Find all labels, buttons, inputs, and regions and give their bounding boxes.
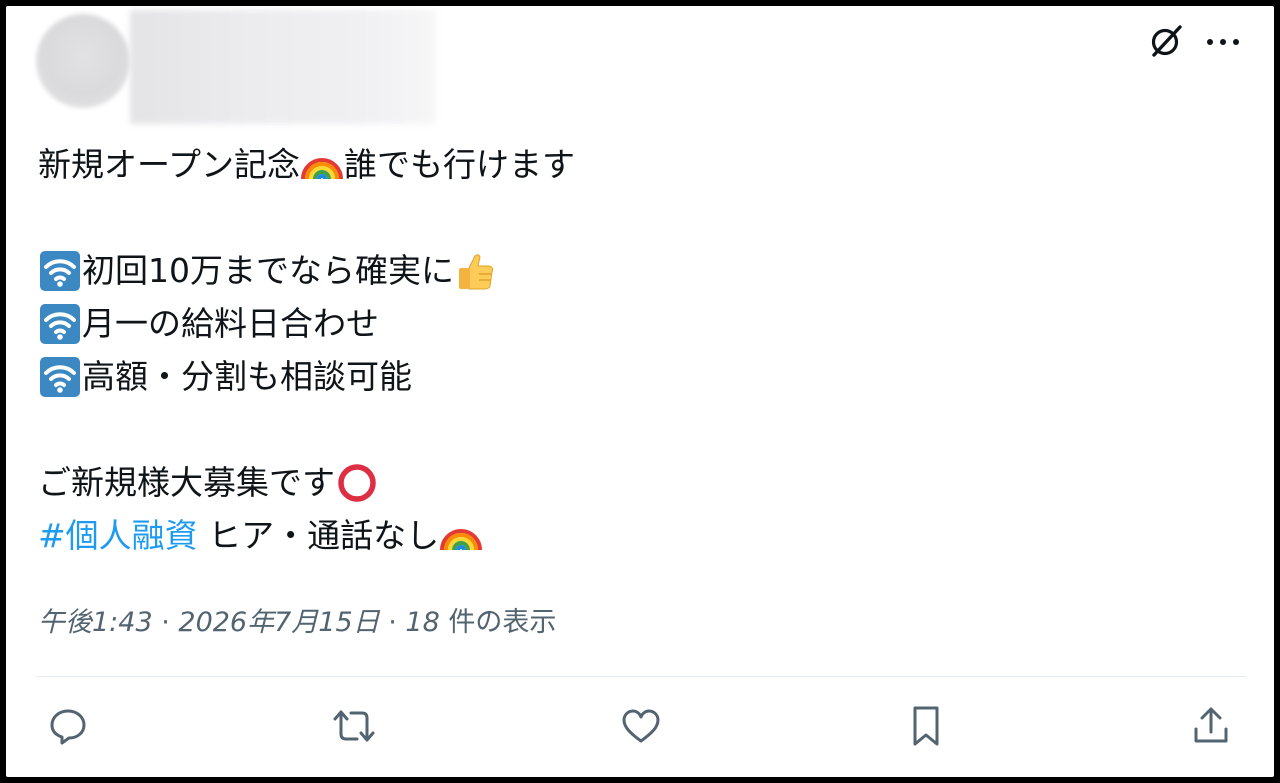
- tweet-line-text: 高額・分割も相談可能: [82, 357, 412, 396]
- share-icon: [1191, 705, 1231, 751]
- antenna-bars-emoji: [38, 355, 82, 399]
- more-options-icon[interactable]: [1201, 24, 1245, 60]
- tweet-date[interactable]: 2026年7月15日: [178, 607, 379, 638]
- antenna-bars-emoji: [38, 249, 82, 293]
- author-name-blurred[interactable]: [130, 10, 436, 124]
- tweet-line: 高額・分割も相談可能: [38, 350, 1038, 403]
- tweet-line-text: ご新規様大募集です: [38, 463, 335, 502]
- antenna-bars-emoji: [38, 302, 82, 346]
- rainbow-emoji: [300, 143, 344, 187]
- tweet-line-text: 誰でも行けます: [344, 145, 576, 184]
- tweet-line: #個人融資 ヒア・通話なし: [38, 509, 1038, 562]
- grok-icon[interactable]: [1145, 20, 1187, 62]
- tweet-line: 初回10万までなら確実に: [38, 244, 1038, 297]
- reply-button[interactable]: [38, 698, 98, 758]
- tweet-line: 月一の給料日合わせ: [38, 297, 1038, 350]
- bookmark-button[interactable]: [896, 698, 956, 758]
- hashtag-link[interactable]: #個人融資: [38, 509, 198, 562]
- avatar[interactable]: [36, 14, 130, 108]
- share-button[interactable]: [1181, 698, 1241, 758]
- retweet-icon: [332, 706, 376, 750]
- tweet-line-text: ヒア・通話なし: [197, 516, 440, 555]
- tweet-text: 新規オープン記念 誰でも行けます 初回10万までなら確実に 月一の給料日合わせ …: [38, 138, 1038, 562]
- rainbow-emoji: [439, 514, 483, 558]
- views-label[interactable]: 件の表示: [440, 607, 556, 638]
- red-circle-emoji: [335, 461, 379, 505]
- meta-separator: ·: [379, 607, 406, 638]
- bookmark-icon: [908, 704, 944, 752]
- reply-icon: [48, 706, 88, 750]
- action-bar: [6, 698, 1274, 758]
- tweet-time[interactable]: 午後1:43: [38, 607, 153, 638]
- tweet-line: ご新規様大募集です: [38, 456, 1038, 509]
- views-count[interactable]: 18: [405, 607, 439, 638]
- tweet-line: 新規オープン記念 誰でも行けます: [38, 138, 1038, 191]
- meta-separator: ·: [152, 607, 179, 638]
- tweet-card: 新規オープン記念 誰でも行けます 初回10万までなら確実に 月一の給料日合わせ …: [6, 6, 1274, 777]
- tweet-line-text: 初回10万までなら確実に: [82, 251, 454, 290]
- thumbs-up-emoji: [454, 249, 498, 293]
- like-icon: [620, 706, 662, 750]
- retweet-button[interactable]: [324, 698, 384, 758]
- tweet-line-text: 月一の給料日合わせ: [82, 304, 379, 343]
- divider: [36, 676, 1246, 677]
- tweet-line-text: 新規オープン記念: [38, 145, 301, 184]
- like-button[interactable]: [611, 698, 671, 758]
- tweet-meta: 午後1:43 · 2026年7月15日 · 18 件の表示: [38, 600, 556, 639]
